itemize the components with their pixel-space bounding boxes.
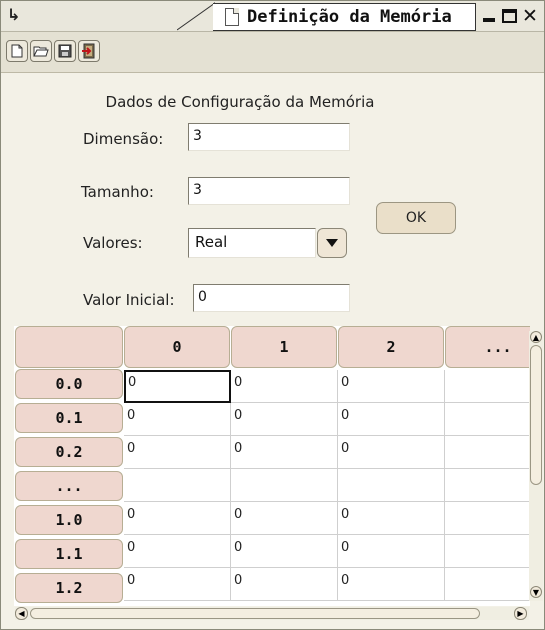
- new-document-button[interactable]: [6, 40, 28, 62]
- corner-header: [15, 326, 123, 368]
- scroll-left-icon[interactable]: ◀: [15, 607, 28, 620]
- column-header[interactable]: 0: [124, 326, 230, 368]
- horizontal-scrollbar[interactable]: ◀ ▶: [15, 607, 529, 620]
- row-header[interactable]: 0.0: [15, 369, 123, 399]
- column-header[interactable]: 2: [338, 326, 444, 368]
- table-cell[interactable]: 0: [338, 370, 445, 403]
- row-header[interactable]: 1.1: [15, 539, 123, 569]
- table-cell[interactable]: 0: [124, 370, 231, 403]
- table-cell[interactable]: [445, 370, 530, 403]
- horizontal-scroll-thumb[interactable]: [30, 608, 480, 619]
- size-field[interactable]: 3: [188, 177, 350, 205]
- row-header[interactable]: 1.2: [15, 573, 123, 603]
- save-button[interactable]: [54, 40, 76, 62]
- window-controls: ✕: [481, 4, 538, 28]
- table-cell[interactable]: 0: [124, 436, 231, 469]
- table-cell[interactable]: 0: [231, 436, 338, 469]
- table-cell[interactable]: 0: [231, 370, 338, 403]
- table-cell[interactable]: 0: [124, 568, 231, 601]
- vertical-scroll-thumb[interactable]: [530, 345, 542, 485]
- close-icon[interactable]: ✕: [522, 7, 538, 26]
- table-cell[interactable]: 0: [338, 568, 445, 601]
- document-icon: [225, 8, 239, 26]
- dimension-label: Dimensão:: [83, 130, 164, 148]
- memory-definition-window: ↳ Definição da Memória ✕ Dados de Config…: [0, 0, 545, 630]
- table-cell[interactable]: 0: [338, 535, 445, 568]
- values-select[interactable]: Real: [188, 228, 316, 258]
- dimension-field[interactable]: 3: [188, 123, 350, 151]
- open-folder-button[interactable]: [30, 40, 52, 62]
- title-tab: Definição da Memória: [213, 3, 476, 31]
- floppy-disk-icon: [58, 44, 72, 58]
- maximize-icon[interactable]: [502, 9, 517, 23]
- exit-button[interactable]: [78, 40, 100, 62]
- values-label: Valores:: [83, 234, 143, 252]
- initial-value-field[interactable]: 0: [193, 284, 350, 312]
- toolbar: [1, 32, 544, 73]
- scroll-up-icon[interactable]: ▲: [530, 331, 542, 343]
- table-cell[interactable]: 0: [231, 502, 338, 535]
- row-header[interactable]: 1.0: [15, 505, 123, 535]
- title-tab-slant: [177, 2, 215, 31]
- table-cell[interactable]: 0: [338, 502, 445, 535]
- minimize-icon[interactable]: [481, 8, 497, 24]
- table-cell[interactable]: [231, 469, 338, 502]
- table-cell[interactable]: [445, 502, 530, 535]
- table-cell[interactable]: [445, 568, 530, 601]
- scroll-right-icon[interactable]: ▶: [514, 607, 527, 620]
- row-header[interactable]: 0.1: [15, 403, 123, 433]
- table-cell[interactable]: 0: [231, 403, 338, 436]
- initial-value-label: Valor Inicial:: [83, 291, 175, 309]
- window-title: Definição da Memória: [247, 7, 452, 27]
- row-header[interactable]: ...: [15, 471, 123, 501]
- exit-door-icon: [82, 43, 95, 59]
- chevron-down-icon: [326, 239, 338, 247]
- open-folder-icon: [33, 46, 49, 57]
- window-menu-icon[interactable]: ↳: [7, 5, 25, 25]
- title-bar[interactable]: ↳ Definição da Memória ✕: [1, 1, 544, 32]
- size-label: Tamanho:: [81, 183, 154, 201]
- new-file-icon: [11, 44, 23, 58]
- table-cell[interactable]: [338, 469, 445, 502]
- table-cell[interactable]: [445, 469, 530, 502]
- memory-table: 0 1 2 ... 0.0 0 0 0 0.1 0 0 0 0.2 0 0 0 …: [14, 326, 530, 606]
- table-cell[interactable]: [445, 403, 530, 436]
- table-cell[interactable]: 0: [124, 403, 231, 436]
- ok-button[interactable]: OK: [376, 202, 456, 234]
- table-cell[interactable]: 0: [338, 436, 445, 469]
- table-cell[interactable]: [445, 535, 530, 568]
- column-header[interactable]: 1: [231, 326, 337, 368]
- vertical-scrollbar[interactable]: ▲ ▼: [529, 331, 543, 601]
- values-dropdown-button[interactable]: [317, 228, 347, 258]
- table-cell[interactable]: 0: [338, 403, 445, 436]
- table-cell[interactable]: 0: [124, 535, 231, 568]
- table-cell[interactable]: [445, 436, 530, 469]
- table-cell[interactable]: 0: [231, 535, 338, 568]
- column-header[interactable]: ...: [445, 326, 530, 368]
- table-cell[interactable]: 0: [124, 502, 231, 535]
- table-cell[interactable]: 0: [231, 568, 338, 601]
- form-title: Dados de Configuração da Memória: [105, 93, 375, 111]
- row-header[interactable]: 0.2: [15, 437, 123, 467]
- table-cell[interactable]: [124, 469, 231, 502]
- scroll-down-icon[interactable]: ▼: [530, 586, 542, 598]
